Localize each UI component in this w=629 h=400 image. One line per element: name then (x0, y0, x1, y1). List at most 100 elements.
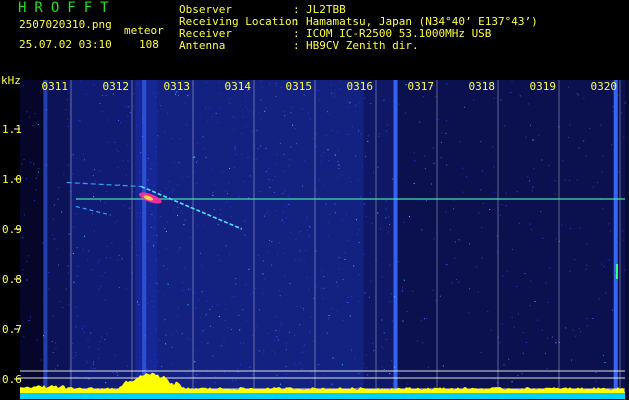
noise-speck (281, 324, 283, 326)
noise-speck (214, 184, 216, 186)
noise-speck (624, 269, 626, 271)
noise-speck (441, 141, 442, 143)
noise-speck (219, 367, 221, 369)
noise-speck (413, 183, 415, 184)
noise-speck (193, 292, 195, 294)
noise-speck (378, 133, 380, 135)
noise-speck (480, 141, 482, 143)
noise-speck (162, 293, 164, 295)
noise-speck (478, 212, 480, 214)
noise-speck (326, 332, 328, 334)
noise-speck (186, 124, 188, 126)
noise-speck (261, 293, 263, 295)
noise-speck (603, 266, 605, 267)
noise-speck (173, 209, 175, 211)
noise-speck (93, 196, 95, 198)
noise-speck (598, 298, 600, 300)
noise-speck (364, 292, 366, 294)
noise-speck (23, 336, 25, 338)
noise-speck (110, 257, 112, 259)
noise-speck (240, 364, 242, 365)
noise-speck (140, 356, 142, 358)
noise-speck (481, 227, 483, 229)
noise-speck (342, 319, 344, 321)
noise-speck (296, 306, 298, 308)
noise-speck (175, 93, 176, 95)
noise-speck (347, 296, 349, 298)
noise-speck (372, 342, 374, 344)
minute-tick-label: 0318 (469, 80, 496, 93)
noise-speck (350, 181, 352, 183)
noise-speck (565, 327, 567, 329)
noise-speck (177, 94, 179, 96)
noise-speck (262, 353, 264, 355)
noise-speck (611, 144, 612, 146)
noise-speck (34, 199, 35, 201)
noise-speck (309, 226, 310, 227)
noise-speck (88, 250, 90, 251)
noise-speck (338, 164, 340, 166)
noise-speck (211, 305, 213, 307)
noise-speck (623, 136, 625, 138)
noise-speck (532, 186, 534, 188)
noise-speck (65, 109, 67, 110)
noise-speck (322, 297, 324, 299)
noise-speck (97, 262, 99, 263)
noise-speck (118, 286, 120, 288)
noise-speck (147, 158, 149, 159)
noise-speck (220, 345, 222, 347)
noise-speck (235, 283, 237, 285)
minute-tick-label: 0311 (42, 80, 69, 93)
noise-speck (299, 250, 301, 252)
noise-speck (230, 328, 232, 330)
noise-speck (258, 112, 260, 114)
noise-speck (133, 105, 135, 107)
noise-speck (46, 109, 48, 111)
noise-speck (260, 80, 262, 82)
noise-speck (248, 268, 250, 270)
noise-speck (445, 211, 447, 213)
noise-speck (274, 330, 276, 332)
noise-speck (555, 238, 557, 240)
noise-speck (98, 288, 100, 290)
noise-speck (57, 365, 59, 367)
noise-band (43, 80, 48, 390)
noise-speck (28, 255, 30, 257)
noise-speck (160, 215, 162, 217)
noise-speck (171, 138, 173, 140)
noise-speck (245, 284, 247, 286)
noise-speck (473, 99, 475, 101)
noise-speck (493, 166, 495, 168)
noise-speck (530, 280, 532, 282)
noise-speck (578, 147, 580, 149)
noise-speck (104, 299, 106, 301)
noise-speck (215, 381, 216, 383)
noise-speck (320, 287, 322, 289)
noise-speck (55, 342, 56, 344)
noise-speck (241, 154, 243, 156)
noise-speck (187, 304, 189, 306)
noise-band (157, 80, 364, 398)
noise-speck (181, 333, 183, 335)
noise-speck (243, 181, 245, 182)
noise-speck (126, 365, 128, 367)
noise-speck (226, 351, 228, 353)
noise-speck (146, 165, 147, 167)
noise-speck (334, 153, 336, 155)
noise-speck (304, 344, 306, 346)
noise-speck (381, 319, 383, 321)
noise-speck (156, 146, 157, 148)
frequency-axis-label: kHz (1, 74, 21, 87)
noise-speck (518, 222, 520, 224)
noise-speck (182, 281, 184, 283)
noise-speck (506, 270, 508, 272)
noise-speck (160, 190, 162, 192)
noise-speck (147, 179, 149, 181)
noise-speck (212, 192, 214, 194)
noise-speck (218, 316, 220, 317)
noise-speck (151, 274, 153, 276)
noise-speck (540, 211, 542, 213)
noise-speck (218, 81, 220, 83)
noise-band (135, 80, 158, 398)
noise-speck (600, 124, 602, 126)
